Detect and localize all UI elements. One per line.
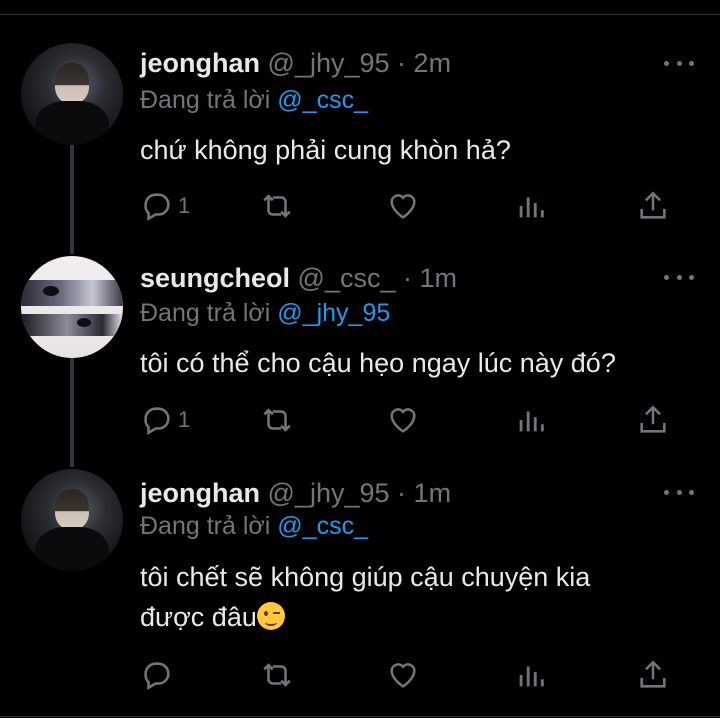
- more-icon[interactable]: [664, 487, 694, 497]
- share-icon: [640, 191, 666, 219]
- action-bar: [140, 657, 680, 693]
- share-button[interactable]: [636, 402, 670, 438]
- separator: ·: [397, 48, 407, 78]
- reply-count: 1: [178, 407, 191, 432]
- reply-button[interactable]: [140, 657, 174, 693]
- tweet-text-line-2: được đâu: [140, 597, 700, 637]
- views-icon: [519, 197, 544, 218]
- reply-icon: [144, 662, 170, 691]
- like-icon: [390, 663, 416, 688]
- share-button[interactable]: [636, 657, 670, 693]
- display-name[interactable]: jeonghan: [140, 478, 260, 508]
- reply-prefix: Đang trả lời: [140, 86, 271, 114]
- display-name[interactable]: jeonghan: [140, 48, 260, 78]
- reply-button[interactable]: 1: [140, 402, 190, 438]
- views-button[interactable]: [514, 402, 548, 438]
- views-icon: [519, 666, 544, 687]
- avatar[interactable]: [21, 43, 123, 145]
- retweet-button[interactable]: [260, 402, 294, 438]
- reply-prefix: Đang trả lời: [140, 299, 271, 327]
- tweet-text: tôi có thể cho cậu hẹo ngay lúc này đó?: [140, 348, 616, 378]
- reply-icon: [144, 193, 170, 222]
- avatar[interactable]: [21, 256, 123, 358]
- replying-to: Đang trả lời @_jhy_95: [140, 299, 390, 328]
- action-bar: 1: [140, 402, 680, 438]
- timestamp[interactable]: 2m: [414, 48, 452, 78]
- reply-icon: [144, 407, 170, 436]
- tweet-header: jeonghan @_jhy_95 · 2m: [140, 48, 451, 79]
- reply-count: 1: [178, 193, 191, 218]
- more-icon[interactable]: [664, 272, 694, 282]
- share-icon: [640, 405, 666, 433]
- reply-mention[interactable]: @_jhy_95: [277, 299, 390, 327]
- separator: ·: [403, 263, 413, 293]
- views-icon: [519, 411, 544, 432]
- thread-line: [70, 144, 74, 254]
- views-button[interactable]: [514, 657, 548, 693]
- like-button[interactable]: [386, 657, 420, 693]
- retweet-button[interactable]: [260, 657, 294, 693]
- bottom-divider: [0, 716, 720, 717]
- tweet-text: tôi chết sẽ không giúp cậu chuyện kia đư…: [140, 557, 700, 637]
- more-icon[interactable]: [664, 58, 694, 68]
- handle[interactable]: @_csc_: [298, 263, 396, 293]
- like-icon: [390, 408, 416, 433]
- retweet-icon: [263, 408, 291, 432]
- replying-to: Đang trả lời @_csc_: [140, 512, 368, 541]
- replying-to: Đang trả lời @_csc_: [140, 86, 368, 115]
- share-icon: [640, 660, 666, 688]
- retweet-button[interactable]: [260, 188, 294, 224]
- like-button[interactable]: [386, 402, 420, 438]
- tweet-text-line-2-text: được đâu: [140, 602, 257, 632]
- reply-prefix: Đang trả lời: [140, 512, 271, 540]
- action-bar: 1: [140, 188, 680, 224]
- avatar[interactable]: [21, 469, 123, 571]
- views-button[interactable]: [514, 188, 548, 224]
- tweet-header: seungcheol @_csc_ · 1m: [140, 263, 457, 294]
- display-name[interactable]: seungcheol: [140, 263, 290, 293]
- separator: ·: [397, 478, 407, 508]
- winking-face-emoji: [256, 602, 285, 630]
- handle[interactable]: @_jhy_95: [268, 478, 390, 508]
- timestamp[interactable]: 1m: [420, 263, 458, 293]
- reply-mention[interactable]: @_csc_: [277, 86, 368, 114]
- retweet-icon: [263, 194, 291, 218]
- tweet-header: jeonghan @_jhy_95 · 1m: [140, 478, 451, 509]
- reply-mention[interactable]: @_csc_: [277, 512, 368, 540]
- tweet-text-line-1: tôi chết sẽ không giúp cậu chuyện kia: [140, 562, 591, 592]
- like-icon: [390, 194, 416, 219]
- reply-button[interactable]: 1: [140, 188, 190, 224]
- tweet-text: chứ không phải cung khòn hả?: [140, 135, 511, 165]
- thread-line: [70, 357, 74, 467]
- share-button[interactable]: [636, 188, 670, 224]
- handle[interactable]: @_jhy_95: [268, 48, 390, 78]
- timestamp[interactable]: 1m: [414, 478, 452, 508]
- like-button[interactable]: [386, 188, 420, 224]
- top-divider: [0, 0, 720, 15]
- retweet-icon: [263, 663, 291, 687]
